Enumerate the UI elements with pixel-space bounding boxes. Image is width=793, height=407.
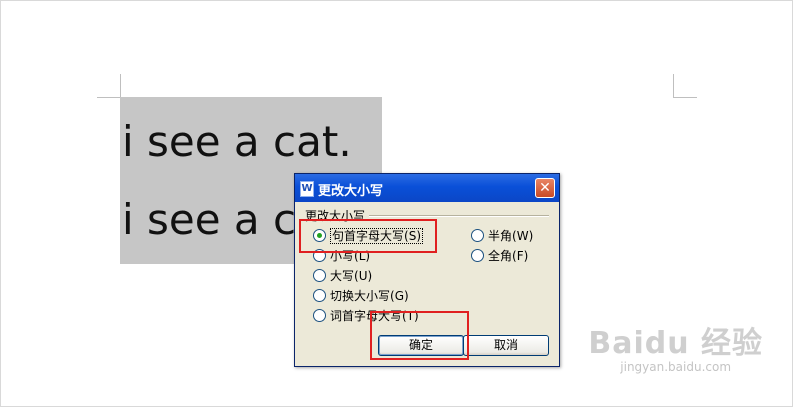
option-full-width[interactable]: 全角(F)	[471, 247, 528, 265]
option-accelerator: (G)	[390, 289, 409, 303]
option-label: 句首字母大写	[332, 229, 405, 243]
option-sentence-case[interactable]: 句首字母大写(S)	[313, 227, 423, 245]
radio-icon[interactable]	[313, 269, 326, 282]
document-line-1[interactable]: i see a cat.	[122, 117, 352, 166]
option-lowercase[interactable]: 小写(L)	[313, 247, 370, 265]
option-label: 大写	[330, 269, 355, 283]
wps-writer-icon: W	[300, 181, 314, 197]
option-accelerator: (S)	[404, 229, 421, 243]
option-accelerator: (W)	[512, 229, 534, 243]
option-label: 切换大小写	[330, 289, 391, 303]
option-accelerator: (F)	[512, 249, 529, 263]
option-label: 词首字母大写	[330, 309, 403, 323]
option-toggle-case[interactable]: 切换大小写(G)	[313, 287, 409, 305]
ok-button[interactable]: 确定	[378, 335, 464, 356]
option-label: 小写	[330, 249, 355, 263]
option-label: 半角	[488, 229, 513, 243]
watermark-url: jingyan.baidu.com	[620, 360, 732, 374]
radio-icon[interactable]	[313, 289, 326, 302]
radio-selected-icon[interactable]	[313, 229, 326, 242]
group-label: 更改大小写	[305, 207, 370, 224]
option-uppercase[interactable]: 大写(U)	[313, 267, 372, 285]
option-accelerator: (T)	[402, 309, 419, 323]
option-label: 全角	[488, 249, 513, 263]
radio-icon[interactable]	[313, 309, 326, 322]
crop-mark-top-left-vertical	[120, 74, 121, 98]
dialog-titlebar[interactable]: W 更改大小写 ✕	[295, 174, 559, 202]
cancel-button[interactable]: 取消	[463, 335, 549, 356]
change-case-dialog: W 更改大小写 ✕ 更改大小写 句首字母大写(S) 小写(L) 大写(U) 切换…	[294, 173, 560, 367]
dialog-title: 更改大小写	[318, 184, 384, 199]
radio-icon[interactable]	[471, 229, 484, 242]
option-accelerator: (L)	[354, 249, 371, 263]
watermark-brand: Baidu 经验	[588, 326, 763, 361]
radio-icon[interactable]	[313, 249, 326, 262]
close-button[interactable]: ✕	[535, 178, 555, 198]
option-title-case[interactable]: 词首字母大写(T)	[313, 307, 419, 325]
radio-icon[interactable]	[471, 249, 484, 262]
document-line-2[interactable]: i see a c	[122, 195, 296, 244]
option-accelerator: (U)	[354, 269, 373, 283]
baidu-watermark: Baidu 经验 jingyan.baidu.com	[588, 318, 763, 374]
crop-mark-top-right-horizontal	[673, 97, 697, 98]
option-half-width[interactable]: 半角(W)	[471, 227, 533, 245]
crop-mark-top-right-vertical	[673, 74, 674, 98]
crop-mark-top-left-horizontal	[97, 97, 121, 98]
